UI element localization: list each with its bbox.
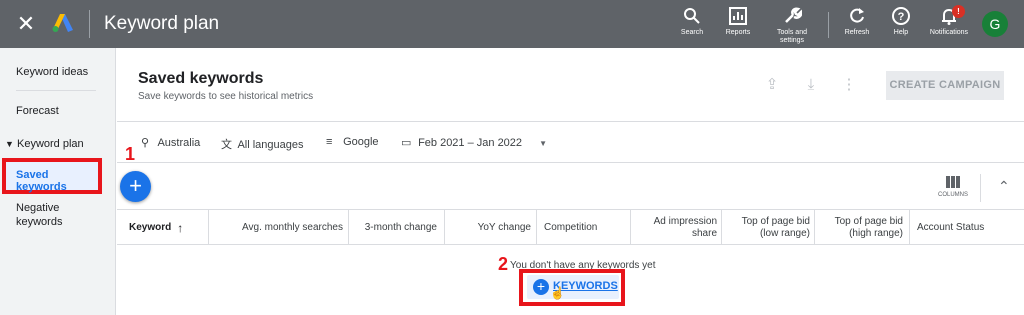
caret-down-icon: ▼ [5, 139, 14, 149]
columns-label: COLUMNS [938, 192, 969, 198]
sidebar-item-negative-keywords[interactable]: Negative keywords [16, 201, 86, 229]
sidebar: Keyword ideas Forecast ▼ Keyword plan Sa… [0, 48, 116, 315]
sidebar-divider [16, 90, 96, 91]
column-header-ad-impression-share[interactable]: Ad impression share [631, 210, 717, 245]
column-header-yoy-change[interactable]: YoY change [445, 210, 531, 245]
dropdown-arrow-icon: ▼ [539, 139, 548, 148]
download-icon[interactable]: ⤓ [802, 76, 820, 94]
topbar-divider [89, 10, 90, 38]
section-subtitle: Save keywords to see historical metrics [138, 91, 314, 102]
sort-arrow-icon: ↑ [177, 220, 184, 235]
language-filter[interactable]: 文 All languages [221, 136, 304, 152]
reports-icon [729, 7, 747, 25]
column-header-avg-monthly-searches[interactable]: Avg. monthly searches [209, 210, 343, 245]
calendar-icon: ▭ [401, 137, 412, 149]
page-title: Keyword plan [104, 13, 220, 34]
notifications-button[interactable]: Notifications [921, 6, 977, 37]
language-value: All languages [237, 139, 304, 151]
filter-bar: ⚲ Australia 文 All languages ≡ Google ▭ F… [117, 123, 1024, 163]
location-value: Australia [157, 137, 201, 149]
share-icon[interactable]: ⇪ [763, 76, 781, 94]
table-header: Keyword ↑ Avg. monthly searches 3-month … [117, 209, 1024, 245]
sidebar-item-keyword-plan[interactable]: ▼ Keyword plan [5, 138, 84, 150]
date-range-filter[interactable]: ▭ Feb 2021 – Jan 2022 ▼ [401, 136, 547, 149]
collapse-chevron-icon[interactable]: ⌃ [998, 178, 1010, 195]
notifications-label: Notifications [929, 29, 969, 36]
date-range-value: Feb 2021 – Jan 2022 [418, 137, 523, 149]
hand-cursor-icon: ☝ [550, 286, 565, 300]
annotation-step-2: 2 [498, 254, 509, 274]
reports-button[interactable]: Reports [710, 6, 766, 37]
add-keywords-button[interactable]: + KEYWORDS [527, 275, 619, 299]
plus-icon: + [533, 279, 549, 295]
reports-label: Reports [725, 29, 751, 36]
network-filter[interactable]: ≡ Google [326, 136, 379, 148]
column-header-account-status[interactable]: Account Status [917, 210, 1017, 245]
sidebar-item-saved-keywords-label: Saved keywords [16, 169, 67, 193]
tools-settings-label: Tools and settings [777, 29, 807, 44]
svg-text:?: ? [898, 11, 905, 23]
column-separator [909, 210, 910, 245]
google-ads-logo-icon [52, 14, 73, 32]
refresh-icon [850, 8, 864, 23]
refresh-label: Refresh [844, 29, 870, 36]
sidebar-item-saved-keywords[interactable]: Saved keywords [2, 158, 102, 194]
page-header: Saved keywords Save keywords to see hist… [117, 48, 1024, 122]
wrench-icon [785, 7, 802, 23]
search-label: Search [680, 29, 704, 36]
more-vert-icon[interactable]: ⋮ [840, 76, 858, 94]
column-header-competition[interactable]: Competition [544, 210, 624, 245]
columns-button[interactable]: COLUMNS [938, 176, 968, 198]
column-header-3-month-change[interactable]: 3-month change [349, 210, 437, 245]
column-header-top-bid-low[interactable]: Top of page bid (low range) [722, 210, 810, 245]
annotation-step-1: 1 [125, 144, 136, 164]
create-campaign-button[interactable]: CREATE CAMPAIGN [886, 71, 1004, 100]
top-bar: ✕ Keyword plan Search Reports Tools and … [0, 0, 1024, 48]
sidebar-item-keyword-ideas[interactable]: Keyword ideas [16, 66, 88, 78]
column-header-keyword-label: Keyword [129, 221, 172, 233]
tools-settings-button[interactable]: Tools and settings [764, 6, 820, 45]
location-pin-icon: ⚲ [141, 137, 150, 149]
column-separator [536, 210, 537, 245]
search-icon [684, 8, 700, 24]
sidebar-item-forecast[interactable]: Forecast [16, 105, 59, 117]
column-header-top-bid-high[interactable]: Top of page bid (high range) [815, 210, 903, 245]
add-keyword-fab[interactable]: + [120, 171, 151, 202]
column-header-keyword[interactable]: Keyword ↑ [129, 210, 209, 245]
columns-icon [946, 176, 960, 188]
toolbar-separator [980, 174, 981, 202]
sidebar-item-keyword-plan-label: Keyword plan [16, 138, 84, 150]
network-value: Google [343, 136, 379, 148]
section-title: Saved keywords [138, 70, 264, 87]
help-label: Help [893, 29, 909, 36]
location-filter[interactable]: ⚲ Australia [141, 136, 200, 149]
close-icon[interactable]: ✕ [14, 12, 38, 36]
network-icon: ≡ [326, 136, 333, 148]
avatar[interactable]: G [982, 11, 1008, 37]
translate-icon: 文 [221, 139, 232, 151]
help-icon: ? [892, 7, 910, 25]
notification-badge: ! [952, 5, 965, 18]
